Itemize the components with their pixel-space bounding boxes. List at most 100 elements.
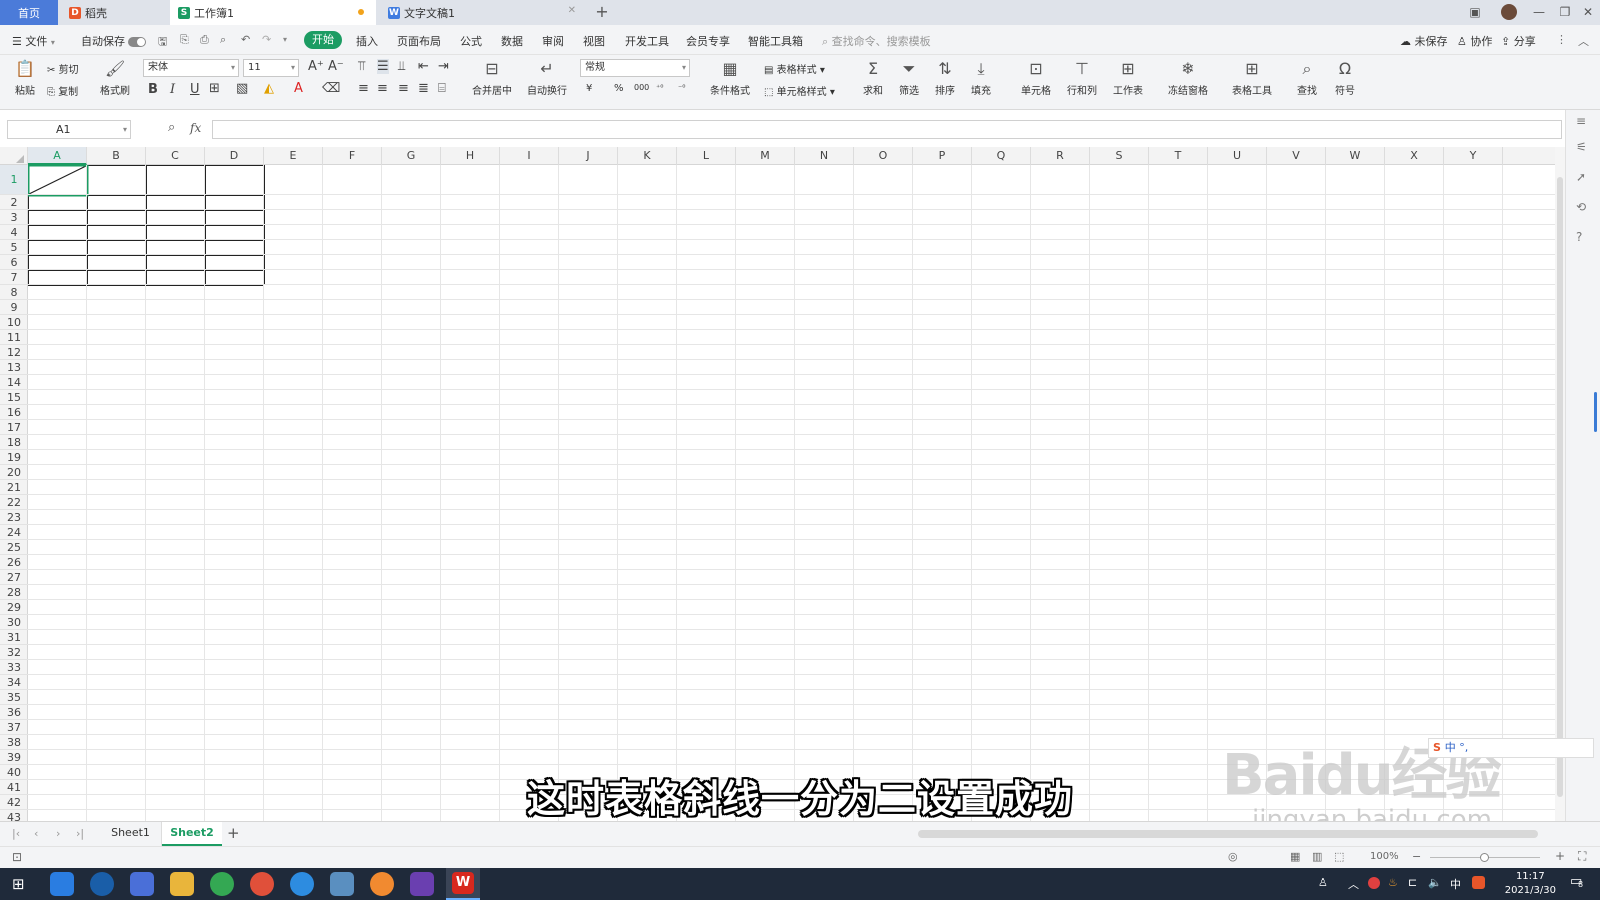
redo-icon[interactable]: ↷ — [262, 33, 271, 46]
row-header-19[interactable]: 19 — [0, 450, 28, 465]
tab-workbook[interactable]: S 工作簿1 — [170, 0, 376, 25]
fill-color-icon[interactable]: ◭ — [264, 81, 274, 96]
menu-smart-tools[interactable]: 智能工具箱 — [748, 33, 803, 49]
row-header-8[interactable]: 8 — [0, 285, 28, 300]
help-icon[interactable]: ? — [1576, 230, 1582, 244]
cell-fill-pattern-icon[interactable]: ▧ — [236, 81, 248, 96]
wrap-text-button[interactable]: ↵ 自动换行 — [524, 59, 570, 97]
qq-browser-icon[interactable] — [290, 872, 314, 896]
orange-app-icon[interactable] — [370, 872, 394, 896]
row-header-18[interactable]: 18 — [0, 435, 28, 450]
command-search[interactable]: ⌕ 查找命令、搜索模板 — [822, 33, 931, 49]
autosave-toggle[interactable]: 自动保存 — [81, 33, 146, 49]
zoom-out-icon[interactable]: − — [1412, 850, 1421, 863]
ime-toolbar[interactable]: S 中 °, — [1428, 738, 1594, 758]
undo-icon[interactable]: ↶ — [241, 33, 250, 46]
cell-grid[interactable] — [28, 165, 1555, 821]
column-header-q[interactable]: Q — [972, 147, 1031, 165]
column-header-c[interactable]: C — [146, 147, 205, 165]
export-icon[interactable]: ⎘ — [180, 33, 189, 47]
menu-page-layout[interactable]: 页面布局 — [397, 33, 441, 49]
tray-flame-icon[interactable]: ♨ — [1388, 876, 1398, 889]
format-painter-button[interactable]: 🖌 格式刷 — [98, 59, 132, 97]
column-header-b[interactable]: B — [87, 147, 146, 165]
column-header-h[interactable]: H — [441, 147, 500, 165]
row-header-20[interactable]: 20 — [0, 465, 28, 480]
collaborate-button[interactable]: ♙ 协作 — [1457, 33, 1492, 49]
row-header-5[interactable]: 5 — [0, 240, 28, 255]
align-right-icon[interactable]: ≡ — [398, 81, 409, 96]
vertical-scroll-thumb[interactable] — [1557, 177, 1563, 797]
font-color-icon[interactable]: A — [294, 81, 303, 96]
indent-increase-icon[interactable]: ⇥ — [438, 59, 449, 74]
menu-dev-tools[interactable]: 开发工具 — [625, 33, 669, 49]
column-header-j[interactable]: J — [559, 147, 618, 165]
input-language[interactable]: 中 — [1450, 876, 1461, 892]
zoom-formula-icon[interactable]: ⌕ — [168, 120, 175, 135]
row-header-39[interactable]: 39 — [0, 750, 28, 765]
column-header-f[interactable]: F — [323, 147, 382, 165]
row-header-25[interactable]: 25 — [0, 540, 28, 555]
row-header-35[interactable]: 35 — [0, 690, 28, 705]
tab-daoke[interactable]: D 稻壳 — [61, 0, 167, 25]
paste-button[interactable]: 📋 粘贴 — [10, 59, 40, 97]
row-header-17[interactable]: 17 — [0, 420, 28, 435]
next-sheet-icon[interactable]: › — [56, 827, 60, 840]
action-center-icon[interactable]: ▭ 8 — [1570, 874, 1583, 889]
column-header-s[interactable]: S — [1090, 147, 1149, 165]
eye-protect-icon[interactable]: ◎ — [1228, 850, 1238, 863]
indent-decrease-icon[interactable]: ⇤ — [418, 59, 429, 74]
column-header-x[interactable]: X — [1385, 147, 1444, 165]
row-header-23[interactable]: 23 — [0, 510, 28, 525]
row-header-34[interactable]: 34 — [0, 675, 28, 690]
copy-button[interactable]: ⎘ 复制 — [47, 83, 78, 98]
print-icon[interactable]: ⎙ — [200, 33, 209, 47]
align-top-icon[interactable]: ⫪ — [358, 59, 365, 74]
column-header-t[interactable]: T — [1149, 147, 1208, 165]
network-icon[interactable]: ⊏ — [1408, 876, 1417, 889]
conditional-format-button[interactable]: ▦ 条件格式 — [706, 59, 754, 97]
distribute-icon[interactable]: ⌸ — [438, 81, 446, 96]
font-size-select[interactable]: 11 — [243, 59, 299, 77]
column-header-y[interactable]: Y — [1444, 147, 1503, 165]
menu-view[interactable]: 视图 — [583, 33, 605, 49]
row-header-13[interactable]: 13 — [0, 360, 28, 375]
column-header-v[interactable]: V — [1267, 147, 1326, 165]
cube-app-icon[interactable] — [130, 872, 154, 896]
wps-taskbar-button[interactable]: W — [446, 868, 480, 900]
sheet-tab-sheet1[interactable]: Sheet1 — [100, 822, 162, 846]
decrease-decimal-icon[interactable]: ⁻⁰ — [678, 83, 685, 92]
menu-start[interactable]: 开始 — [304, 31, 342, 49]
print-preview-icon[interactable]: ⌕ — [220, 33, 226, 47]
row-header-12[interactable]: 12 — [0, 345, 28, 360]
pointer-icon[interactable]: ➚ — [1576, 170, 1586, 184]
backup-icon[interactable]: ⟲ — [1576, 200, 1586, 214]
cell-style-button[interactable]: ⬚ 单元格样式 ▾ — [764, 83, 835, 98]
row-header-16[interactable]: 16 — [0, 405, 28, 420]
prev-sheet-icon[interactable]: ‹ — [34, 827, 38, 840]
properties-icon[interactable]: ⚟ — [1576, 140, 1587, 154]
browser-app-icon[interactable] — [50, 872, 74, 896]
more-icon[interactable]: ⋮ — [1556, 33, 1567, 46]
percent-button[interactable]: % — [614, 83, 624, 94]
avatar[interactable] — [1496, 0, 1522, 25]
tray-expand-icon[interactable]: ︿ — [1348, 876, 1359, 892]
tab-document[interactable]: W 文字文稿1 ✕ — [380, 0, 586, 25]
justify-icon[interactable]: ≣ — [418, 81, 429, 96]
find-button[interactable]: ⌕ 查找 — [1292, 59, 1322, 97]
column-header-l[interactable]: L — [677, 147, 736, 165]
system-clock[interactable]: 11:17 2021/3/30 — [1505, 870, 1556, 898]
share-button[interactable]: ⇪ 分享 — [1501, 33, 1536, 49]
chrome-icon[interactable] — [210, 872, 234, 896]
table-tools-button[interactable]: ⊞ 表格工具 — [1228, 59, 1276, 97]
symbol-button[interactable]: Ω 符号 — [1330, 59, 1360, 97]
zoom-in-icon[interactable]: + — [1555, 849, 1565, 863]
chrome-alt-icon[interactable] — [250, 872, 274, 896]
bold-button[interactable]: B — [148, 82, 158, 97]
underline-button[interactable]: U — [190, 82, 200, 97]
row-header-15[interactable]: 15 — [0, 390, 28, 405]
row-header-7[interactable]: 7 — [0, 270, 28, 285]
tab-home[interactable]: 首页 — [0, 0, 58, 25]
align-middle-icon[interactable]: ☰ — [377, 59, 389, 74]
column-header-p[interactable]: P — [913, 147, 972, 165]
